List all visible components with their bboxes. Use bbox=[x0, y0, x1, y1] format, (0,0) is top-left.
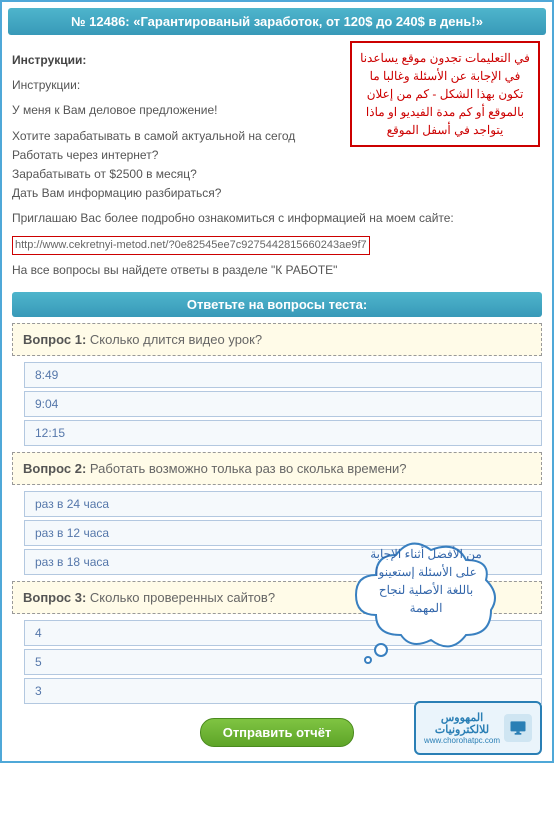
question-2-text: Работать возможно толька раз во сколька … bbox=[90, 461, 407, 476]
quiz-header-text: Ответьте на вопросы теста: bbox=[187, 297, 367, 312]
q1-option-3[interactable]: 12:15 bbox=[24, 420, 542, 446]
cloud-text: من الأفضل أثناء الإجابة على الأسئلة إستع… bbox=[366, 545, 486, 617]
q1-option-1[interactable]: 8:49 bbox=[24, 362, 542, 388]
question-1: Вопрос 1: Сколько длится видео урок? bbox=[12, 323, 542, 356]
question-1-answers: 8:49 9:04 12:15 bbox=[24, 362, 542, 446]
instructions-line2: Хотите зарабатывать в самой актуальной н… bbox=[12, 129, 295, 143]
instructions-line7: На все вопросы вы найдете ответы в разде… bbox=[12, 261, 542, 280]
instructions-line6: Приглашаю Вас более подробно ознакомитьс… bbox=[12, 209, 542, 228]
badge-line2: للالكترونيات bbox=[424, 724, 500, 736]
page-title-bar: № 12486: «Гарантированый заработок, от 1… bbox=[8, 8, 546, 35]
q2-option-1[interactable]: раз в 24 часа bbox=[24, 491, 542, 517]
cloud-annotation: من الأفضل أثناء الإجابة على الأسئلة إستع… bbox=[346, 515, 506, 668]
question-2-label: Вопрос 2: bbox=[23, 461, 86, 476]
question-1-text: Сколько длится видео урок? bbox=[90, 332, 262, 347]
computer-icon bbox=[504, 714, 532, 742]
badge-line1: المهووس bbox=[424, 712, 500, 724]
site-badge[interactable]: المهووس للالكترونيات www.chorohatpc.com bbox=[414, 701, 542, 755]
instructions-heading: Инструкции: bbox=[12, 53, 86, 67]
q1-option-2[interactable]: 9:04 bbox=[24, 391, 542, 417]
hint-text: في التعليمات تجدون موقع يساعدنا في الإجا… bbox=[360, 51, 530, 137]
submit-button[interactable]: Отправить отчёт bbox=[200, 718, 355, 747]
quiz-header: Ответьте на вопросы теста: bbox=[12, 292, 542, 317]
instructions-link[interactable]: http://www.cekretnyi-metod.net/?0e82545e… bbox=[12, 236, 370, 256]
question-2: Вопрос 2: Работать возможно толька раз в… bbox=[12, 452, 542, 485]
main-panel: № 12486: «Гарантированый заработок, от 1… bbox=[0, 0, 554, 763]
content-area: في التعليمات تجدون موقع يساعدنا في الإجا… bbox=[8, 35, 546, 755]
question-3-label: Вопрос 3: bbox=[23, 590, 86, 605]
instructions-line5: Дать Вам информацию разбираться? bbox=[12, 186, 221, 200]
instructions-line4: Зарабатывать от $2500 в месяц? bbox=[12, 167, 197, 181]
submit-row: Отправить отчёт المهووس للالكترونيات www… bbox=[12, 718, 542, 751]
badge-text: المهووس للالكترونيات www.chorohatpc.com bbox=[424, 712, 500, 745]
instructions-line3: Работать через интернет? bbox=[12, 148, 158, 162]
hint-annotation: في التعليمات تجدون موقع يساعدنا في الإجا… bbox=[350, 41, 540, 147]
page-title: № 12486: «Гарантированый заработок, от 1… bbox=[71, 14, 483, 29]
question-3-text: Сколько проверенных сайтов? bbox=[90, 590, 275, 605]
question-1-label: Вопрос 1: bbox=[23, 332, 86, 347]
badge-url: www.chorohatpc.com bbox=[424, 736, 500, 745]
